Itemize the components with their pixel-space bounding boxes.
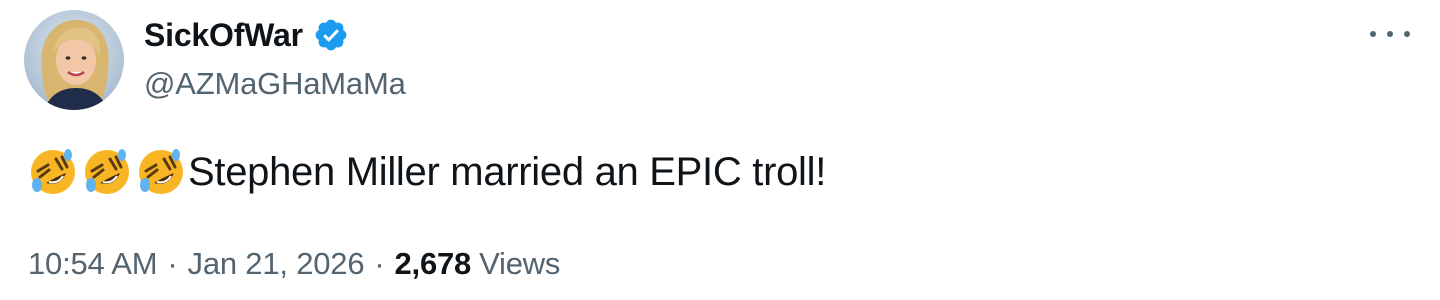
meta-separator: · — [374, 246, 385, 281]
author-name-row: SickOfWar — [144, 14, 349, 56]
tweet-meta: 10:54 AM · Jan 21, 2026 · 2,678 Views — [28, 240, 560, 288]
tweet-time[interactable]: 10:54 AM — [28, 246, 158, 282]
more-dot-icon — [1370, 31, 1376, 37]
meta-separator: · — [167, 246, 178, 281]
views-label[interactable]: Views — [479, 246, 560, 282]
more-dot-icon — [1387, 31, 1393, 37]
display-name[interactable]: SickOfWar — [144, 17, 303, 54]
tweet-text: Stephen Miller married an EPIC troll! — [28, 142, 826, 202]
avatar-image — [24, 10, 124, 110]
tweet-text-content: Stephen Miller married an EPIC troll! — [188, 149, 827, 194]
more-dot-icon — [1404, 31, 1410, 37]
more-options-icon[interactable] — [1370, 24, 1410, 44]
rolling-laughing-emoji-icon — [82, 147, 132, 197]
avatar[interactable] — [24, 10, 124, 110]
rolling-laughing-emoji-icon — [136, 147, 186, 197]
tweet-card: SickOfWar @AZMaGHaMaMa Stephen Miller ma… — [0, 0, 1440, 300]
rolling-laughing-emoji-icon — [28, 147, 78, 197]
verified-badge-icon[interactable] — [313, 17, 349, 53]
views-count[interactable]: 2,678 — [395, 246, 472, 282]
tweet-date[interactable]: Jan 21, 2026 — [188, 246, 365, 282]
emoji-group — [28, 147, 186, 197]
author-handle[interactable]: @AZMaGHaMaMa — [144, 66, 406, 102]
